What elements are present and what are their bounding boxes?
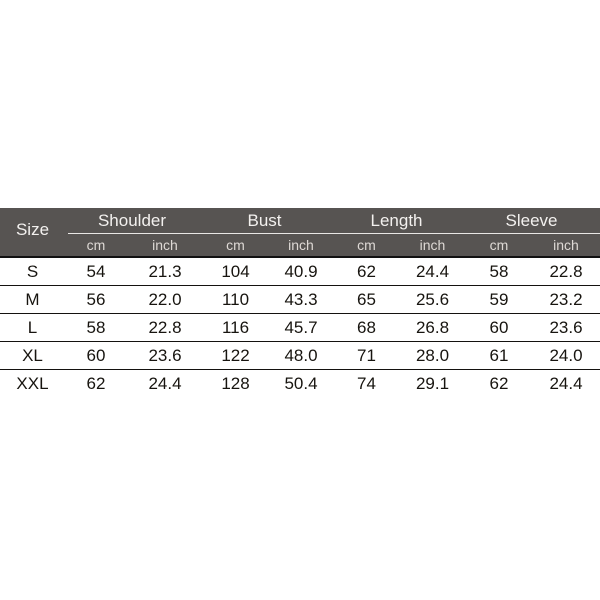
cell-sleeve-cm: 58 (489, 262, 509, 281)
cell-length-inch: 26.8 (415, 318, 450, 337)
cell-length-inch: 25.6 (415, 290, 450, 309)
table-row: XXL 62 24.4 128 50.4 74 29.1 62 24.4 (0, 370, 600, 397)
cell-size: M (25, 290, 40, 309)
cell-size: XXL (16, 374, 49, 393)
cell-sleeve-inch: 24.0 (549, 346, 583, 365)
cell-bust-inch: 40.9 (284, 262, 318, 281)
cell-size: S (26, 262, 39, 281)
cell-sleeve-inch: 24.4 (549, 374, 583, 393)
header-group-length: Length (370, 211, 423, 230)
cell-shoulder-cm: 56 (86, 290, 106, 309)
cell-bust-cm: 116 (221, 318, 250, 337)
cell-sleeve-inch: 22.8 (549, 262, 583, 281)
cell-length-inch: 24.4 (415, 262, 450, 281)
cell-shoulder-inch: 21.3 (148, 262, 182, 281)
cell-shoulder-inch: 24.4 (148, 374, 182, 393)
cell-length-cm: 68 (357, 318, 376, 337)
cell-sleeve-cm: 60 (489, 318, 509, 337)
cell-shoulder-cm: 58 (86, 318, 106, 337)
cell-bust-cm: 110 (221, 290, 250, 309)
cell-length-inch: 29.1 (415, 374, 450, 393)
cell-shoulder-cm: 54 (86, 262, 106, 281)
cell-bust-inch: 43.3 (284, 290, 318, 309)
table-row: S 54 21.3 104 40.9 62 24.4 58 22.8 (0, 258, 600, 286)
header-unit-sleeve-inch: inch (553, 237, 579, 253)
table-row: L 58 22.8 116 45.7 68 26.8 60 23.6 (0, 314, 600, 342)
header-unit-row: cm inch cm inch cm inch cm inch (65, 234, 600, 256)
cell-bust-cm: 122 (221, 346, 250, 365)
cell-shoulder-inch: 23.6 (148, 346, 182, 365)
header-unit-length-inch: inch (419, 237, 446, 253)
table-body: S 54 21.3 104 40.9 62 24.4 58 22.8 M 56 … (0, 258, 600, 397)
cell-shoulder-inch: 22.0 (148, 290, 182, 309)
cell-sleeve-cm: 59 (489, 290, 509, 309)
cell-shoulder-cm: 62 (86, 374, 106, 393)
cell-length-cm: 74 (357, 374, 376, 393)
header-group-shoulder: Shoulder (97, 211, 167, 230)
cell-sleeve-cm: 62 (489, 374, 509, 393)
cell-sleeve-cm: 61 (489, 346, 509, 365)
header-group-sleeve: Sleeve (505, 211, 558, 230)
cell-shoulder-inch: 22.8 (148, 318, 182, 337)
cell-size: XL (22, 346, 43, 365)
header-size-column: Size (0, 208, 65, 256)
cell-sleeve-inch: 23.6 (549, 318, 583, 337)
cell-length-cm: 62 (357, 262, 376, 281)
header-group-bust: Bust (247, 211, 282, 230)
cell-length-cm: 65 (357, 290, 376, 309)
cell-sleeve-inch: 23.2 (549, 290, 583, 309)
size-chart-image: Size Shoulder Bust Length Sleeve cm inch… (0, 0, 600, 600)
header-unit-bust-cm: cm (226, 237, 245, 253)
table-row: M 56 22.0 110 43.3 65 25.6 59 23.2 (0, 286, 600, 314)
size-chart-table: Size Shoulder Bust Length Sleeve cm inch… (0, 208, 600, 397)
table-row: XL 60 23.6 122 48.0 71 28.0 61 24.0 (0, 342, 600, 370)
cell-shoulder-cm: 60 (86, 346, 106, 365)
header-unit-sleeve-cm: cm (489, 237, 509, 253)
header-unit-shoulder-cm: cm (86, 237, 106, 253)
header-unit-bust-inch: inch (288, 237, 314, 253)
header-unit-shoulder-inch: inch (152, 237, 178, 253)
cell-bust-cm: 128 (221, 374, 250, 393)
cell-bust-inch: 48.0 (284, 346, 318, 365)
cell-length-inch: 28.0 (415, 346, 450, 365)
header-group-row: Shoulder Bust Length Sleeve (65, 208, 600, 233)
cell-bust-cm: 104 (221, 262, 250, 281)
cell-bust-inch: 45.7 (284, 318, 318, 337)
cell-bust-inch: 50.4 (284, 374, 318, 393)
header-unit-length-cm: cm (357, 237, 376, 253)
table-header: Size Shoulder Bust Length Sleeve cm inch… (0, 208, 600, 258)
cell-length-cm: 71 (357, 346, 376, 365)
cell-size: L (27, 318, 38, 337)
